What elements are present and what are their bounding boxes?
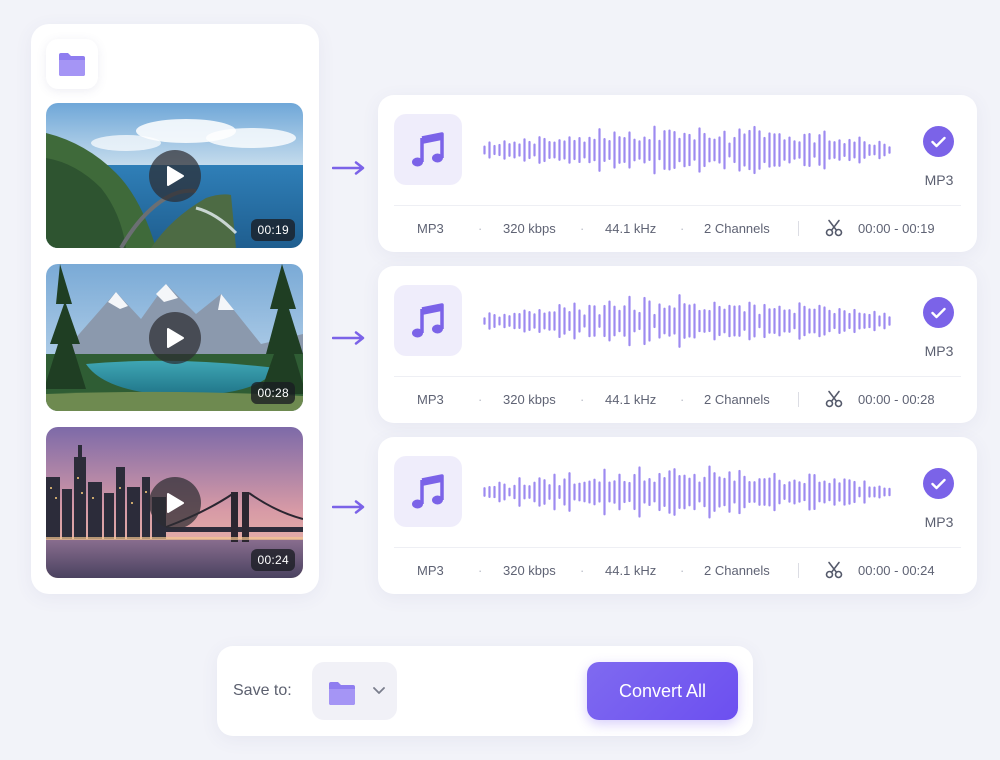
chevron-down-icon <box>373 687 385 694</box>
selected-checkbox[interactable] <box>923 126 954 157</box>
format-value: MP3 <box>417 221 444 236</box>
audio-file-tile <box>394 114 462 185</box>
separator-dot: · <box>680 392 685 407</box>
audio-waveform <box>483 465 891 519</box>
output-format-label[interactable]: MP3 <box>914 172 964 188</box>
folder-icon <box>329 682 355 705</box>
audio-file-tile <box>394 456 462 527</box>
save-bar: Save to: Convert All <box>217 646 753 736</box>
audio-output-card-1: MP3 MP3 · 320 kbps · 44.1 kHz · 2 Channe… <box>378 95 977 252</box>
vertical-divider <box>798 392 799 407</box>
convert-all-button[interactable]: Convert All <box>587 662 738 720</box>
save-to-label: Save to: <box>233 682 292 699</box>
channels-value: 2 Channels <box>704 392 770 407</box>
folder-icon <box>59 53 85 76</box>
divider <box>394 205 961 206</box>
separator-dot: · <box>478 563 483 578</box>
video-thumbnail-2[interactable]: 00:28 <box>46 264 303 411</box>
arrow-right-icon <box>332 161 365 175</box>
scissors-icon[interactable] <box>825 219 843 237</box>
checkmark-icon <box>931 478 946 489</box>
format-value: MP3 <box>417 563 444 578</box>
checkmark-icon <box>931 307 946 318</box>
play-icon <box>166 327 184 348</box>
audio-file-tile <box>394 285 462 356</box>
separator-dot: · <box>580 392 585 407</box>
add-folder-button[interactable] <box>46 39 98 89</box>
video-thumbnail-1[interactable]: 00:19 <box>46 103 303 248</box>
trim-range[interactable]: 00:00 - 00:28 <box>858 392 935 407</box>
separator-dot: · <box>580 563 585 578</box>
save-folder-dropdown[interactable] <box>312 662 397 720</box>
bitrate-value: 320 kbps <box>503 563 556 578</box>
separator-dot: · <box>680 563 685 578</box>
channels-value: 2 Channels <box>704 563 770 578</box>
play-button[interactable] <box>148 311 201 364</box>
arrow-right-icon <box>332 500 365 514</box>
video-list-panel: 00:19 00:28 00:24 <box>31 24 319 594</box>
trim-range[interactable]: 00:00 - 00:24 <box>858 563 935 578</box>
music-note-icon <box>412 131 444 166</box>
separator-dot: · <box>680 221 685 236</box>
scissors-icon[interactable] <box>825 390 843 408</box>
audio-output-card-3: MP3 MP3 · 320 kbps · 44.1 kHz · 2 Channe… <box>378 437 977 594</box>
output-format-label[interactable]: MP3 <box>914 514 964 530</box>
music-note-icon <box>412 302 444 337</box>
divider <box>394 547 961 548</box>
bitrate-value: 320 kbps <box>503 392 556 407</box>
scissors-icon[interactable] <box>825 561 843 579</box>
separator-dot: · <box>478 221 483 236</box>
sample-rate-value: 44.1 kHz <box>605 221 657 236</box>
bitrate-value: 320 kbps <box>503 221 556 236</box>
video-thumbnail-3[interactable]: 00:24 <box>46 427 303 578</box>
trim-range[interactable]: 00:00 - 00:19 <box>858 221 935 236</box>
video-duration: 00:19 <box>251 219 295 241</box>
separator-dot: · <box>580 221 585 236</box>
divider <box>394 376 961 377</box>
audio-output-card-2: MP3 MP3 · 320 kbps · 44.1 kHz · 2 Channe… <box>378 266 977 423</box>
separator-dot: · <box>478 392 483 407</box>
video-duration: 00:28 <box>251 382 295 404</box>
sample-rate-value: 44.1 kHz <box>605 563 657 578</box>
arrow-right-icon <box>332 331 365 345</box>
audio-waveform <box>483 294 891 348</box>
selected-checkbox[interactable] <box>923 468 954 499</box>
vertical-divider <box>798 221 799 236</box>
channels-value: 2 Channels <box>704 221 770 236</box>
vertical-divider <box>798 563 799 578</box>
play-button[interactable] <box>148 149 201 202</box>
play-icon <box>166 165 184 186</box>
play-icon <box>166 492 184 513</box>
video-duration: 00:24 <box>251 549 295 571</box>
play-button[interactable] <box>148 476 201 529</box>
audio-waveform <box>483 125 891 175</box>
music-note-icon <box>412 473 444 508</box>
output-format-label[interactable]: MP3 <box>914 343 964 359</box>
checkmark-icon <box>931 136 946 147</box>
sample-rate-value: 44.1 kHz <box>605 392 657 407</box>
selected-checkbox[interactable] <box>923 297 954 328</box>
format-value: MP3 <box>417 392 444 407</box>
